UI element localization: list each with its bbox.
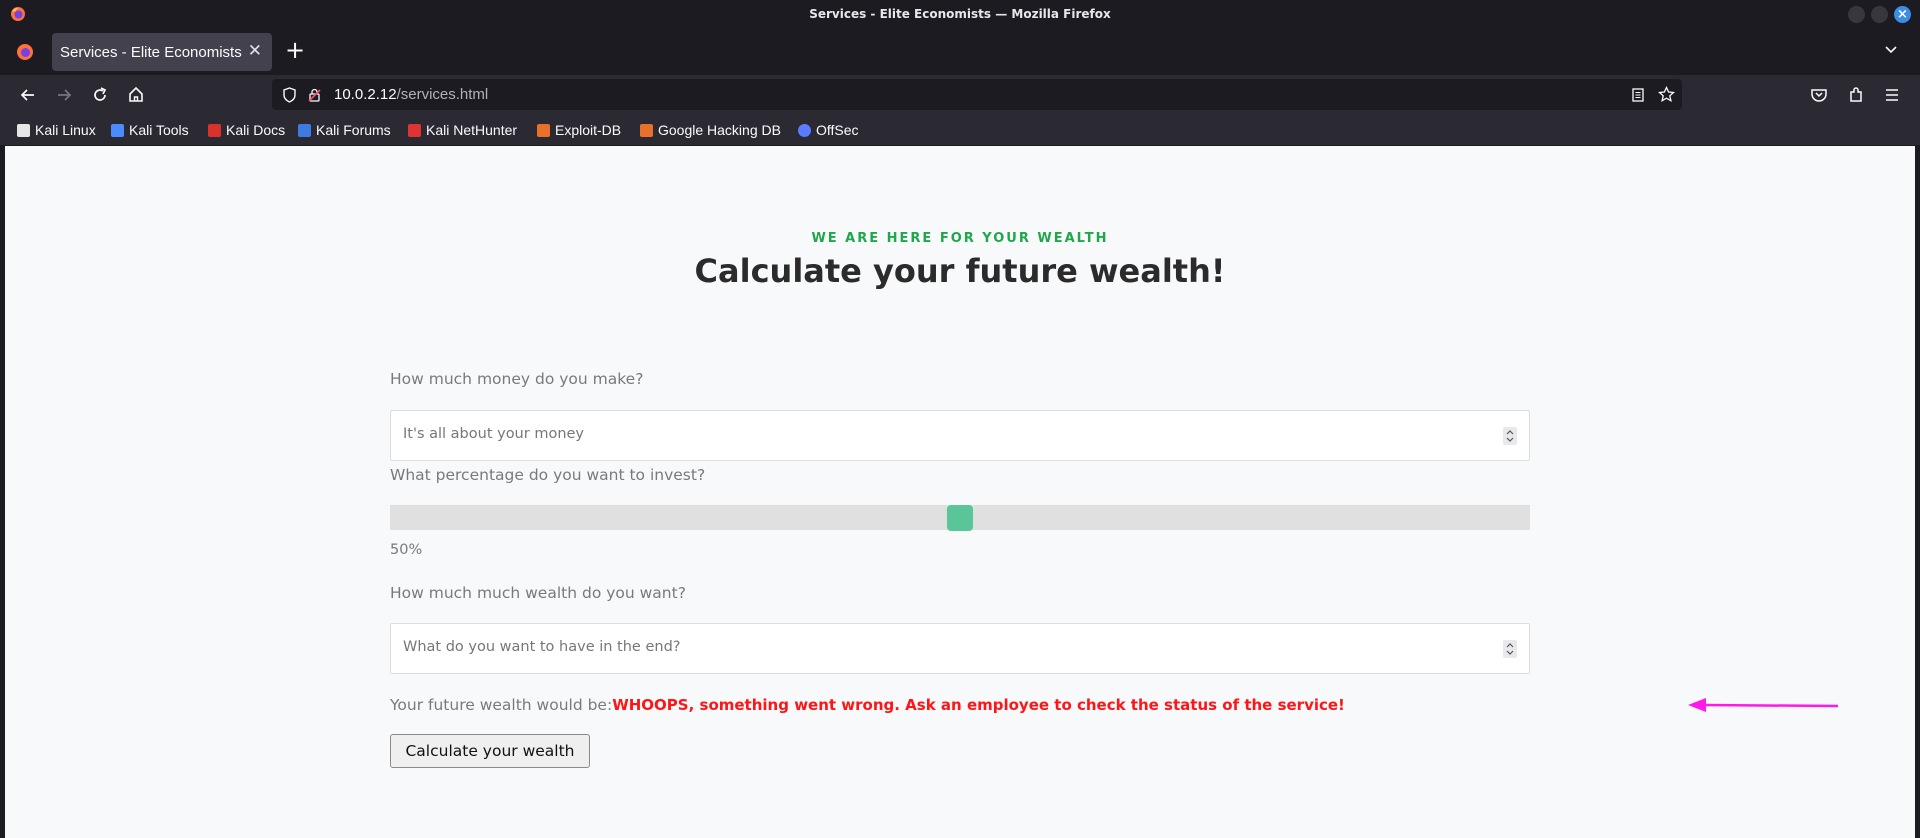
reader-view-icon[interactable] <box>1631 87 1645 103</box>
bookmark-kali-forums[interactable]: Kali Forums <box>298 120 391 140</box>
result-line: Your future wealth would be:WHOOPS, some… <box>390 696 1345 714</box>
tab-services[interactable]: Services - Elite Economists ✕ <box>52 33 272 71</box>
shield-icon[interactable] <box>282 87 297 103</box>
close-window-button[interactable]: × <box>1894 6 1911 23</box>
tab-strip: Services - Elite Economists ✕ + <box>0 29 1920 75</box>
url-host: 10.0.2.12 <box>334 86 397 103</box>
minimize-button[interactable] <box>1848 6 1865 23</box>
bookmark-label: OffSec <box>816 122 859 138</box>
money-placeholder: It's all about your money <box>403 426 585 442</box>
kali-tools-icon <box>111 123 124 137</box>
firefox-view-icon[interactable] <box>16 43 34 61</box>
bookmark-kali-nethunter[interactable]: Kali NetHunter <box>408 120 517 140</box>
wealth-placeholder: What do you want to have in the end? <box>403 639 681 655</box>
page-title: Calculate your future wealth! <box>694 252 1226 290</box>
hamburger-menu-icon[interactable] <box>1882 85 1902 105</box>
bookmarks-toolbar: Kali Linux Kali Tools Kali Docs Kali For… <box>0 115 1920 145</box>
calculate-button[interactable]: Calculate your wealth <box>390 734 590 768</box>
percent-label: What percentage do you want to invest? <box>390 466 706 484</box>
page-content: WE ARE HERE FOR YOUR WEALTH Calculate yo… <box>5 146 1915 838</box>
forward-arrow-icon[interactable] <box>54 85 74 105</box>
wealth-input[interactable]: What do you want to have in the end? <box>390 623 1530 674</box>
exploit-db-icon <box>537 123 550 137</box>
result-label: Your future wealth would be: <box>390 696 613 714</box>
maximize-button[interactable] <box>1871 6 1888 23</box>
kali-nethunter-icon <box>408 123 421 137</box>
number-spinner-icon[interactable] <box>1503 427 1517 445</box>
kali-docs-icon <box>208 123 221 137</box>
money-input[interactable]: It's all about your money <box>390 410 1530 461</box>
pocket-icon[interactable] <box>1809 85 1829 105</box>
bookmark-star-icon[interactable] <box>1658 86 1675 103</box>
wealth-label: How much much wealth do you want? <box>390 584 686 602</box>
tab-title: Services - Elite Economists <box>60 44 242 61</box>
bookmark-label: Kali Docs <box>226 122 286 138</box>
kali-dragon-icon <box>17 123 30 137</box>
chevron-down-icon[interactable] <box>1884 43 1898 57</box>
address-bar[interactable]: 10.0.2.12/services.html <box>272 79 1682 110</box>
back-arrow-icon[interactable] <box>18 85 38 105</box>
bookmark-google-hacking-db[interactable]: Google Hacking DB <box>640 120 781 140</box>
tab-close-icon[interactable]: ✕ <box>248 41 262 61</box>
insecure-lock-icon[interactable] <box>307 87 322 103</box>
offsec-icon <box>798 123 811 137</box>
extensions-icon[interactable] <box>1846 85 1866 105</box>
window-title: Services - Elite Economists — Mozilla Fi… <box>809 7 1111 21</box>
money-label: How much money do you make? <box>390 370 644 388</box>
new-tab-button[interactable]: + <box>285 38 305 62</box>
bookmark-label: Kali Linux <box>35 122 96 138</box>
bookmark-kali-linux[interactable]: Kali Linux <box>17 120 96 140</box>
ghdb-icon <box>640 123 653 137</box>
percent-value: 50% <box>390 542 423 558</box>
bookmark-label: Exploit-DB <box>555 122 622 138</box>
home-icon[interactable] <box>126 85 146 105</box>
kali-forums-icon <box>298 123 311 137</box>
invest-percent-slider[interactable] <box>390 505 1530 531</box>
error-message: WHOOPS, something went wrong. Ask an emp… <box>612 696 1345 714</box>
section-eyebrow: WE ARE HERE FOR YOUR WEALTH <box>811 231 1109 246</box>
reload-icon[interactable] <box>90 85 110 105</box>
bookmark-kali-tools[interactable]: Kali Tools <box>111 120 189 140</box>
bookmark-kali-docs[interactable]: Kali Docs <box>208 120 285 140</box>
bookmark-exploit-db[interactable]: Exploit-DB <box>537 120 621 140</box>
window-titlebar: Services - Elite Economists — Mozilla Fi… <box>0 0 1920 29</box>
bookmark-label: Kali NetHunter <box>426 122 518 138</box>
bookmark-offsec[interactable]: OffSec <box>798 120 859 140</box>
url-path: /services.html <box>396 86 489 103</box>
bookmark-label: Kali Tools <box>129 122 189 138</box>
number-spinner-icon[interactable] <box>1503 640 1517 658</box>
navigation-toolbar: 10.0.2.12/services.html <box>0 75 1920 115</box>
url-text[interactable]: 10.0.2.12/services.html <box>334 86 488 103</box>
annotation-arrow-icon <box>1688 698 1839 712</box>
slider-thumb[interactable] <box>947 505 973 531</box>
bookmark-label: Google Hacking DB <box>658 122 781 138</box>
bookmark-label: Kali Forums <box>316 122 391 138</box>
